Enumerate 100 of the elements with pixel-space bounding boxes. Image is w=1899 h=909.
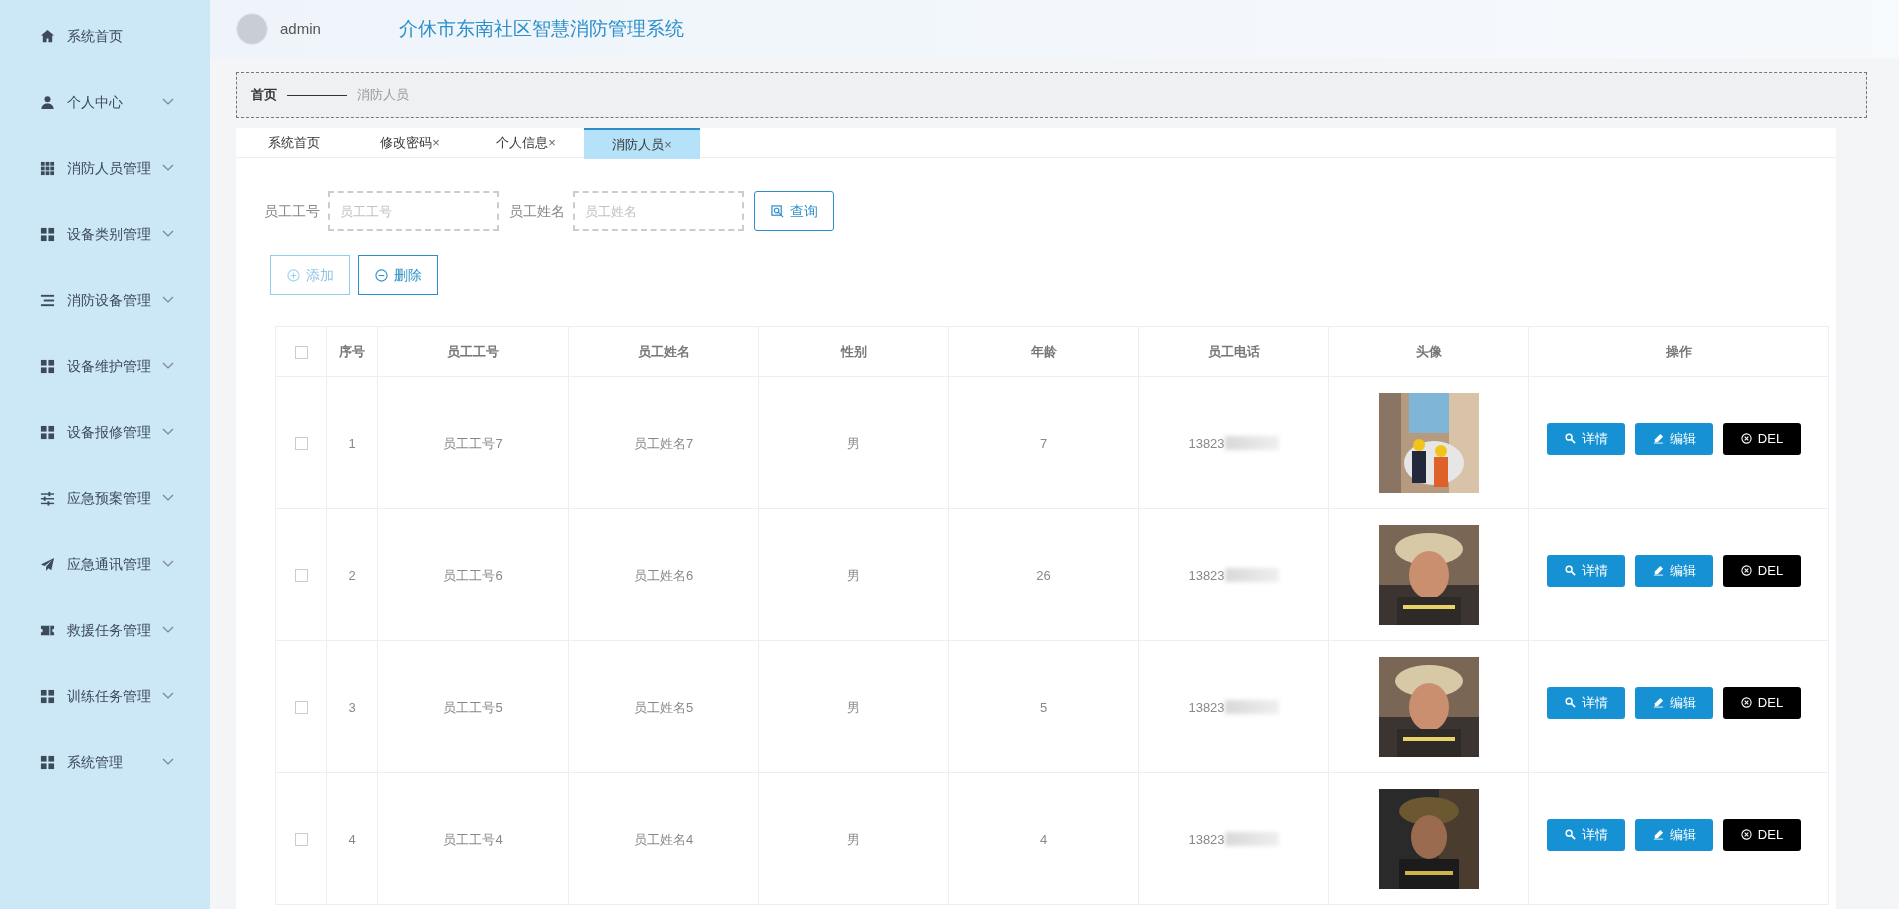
plus-circle-icon <box>286 268 300 282</box>
search-icon <box>770 204 784 218</box>
sidebar-item[interactable]: 设备维护管理 <box>0 333 210 399</box>
sidebar-item[interactable]: 个人中心 <box>0 69 210 135</box>
column-header: 员工姓名 <box>637 343 690 359</box>
column-header: 操作 <box>1665 343 1692 359</box>
tiles-icon <box>40 688 55 704</box>
pencil-icon <box>1652 697 1664 708</box>
sidebar-item[interactable]: 设备类别管理 <box>0 201 210 267</box>
close-circle-icon <box>1740 433 1752 444</box>
table-cell: 员工工号6 <box>443 567 503 583</box>
pencil-icon <box>1652 565 1664 576</box>
tab[interactable]: 系统首页 <box>236 128 352 158</box>
list-icon <box>40 292 55 308</box>
close-circle-icon <box>1740 829 1752 840</box>
search-button[interactable]: 查询 <box>754 191 834 231</box>
column-header: 员工电话 <box>1207 343 1260 359</box>
input-field[interactable]: 员工工号 <box>328 191 499 231</box>
close-circle-icon <box>1740 565 1752 576</box>
sidebar-item[interactable]: 设备报修管理 <box>0 399 210 465</box>
table-cell-text: 13823 <box>1188 830 1225 849</box>
redaction-blur <box>1224 568 1279 583</box>
sliders-icon <box>40 490 55 506</box>
column-header: 头像 <box>1415 343 1442 359</box>
table-cell: 男 <box>847 831 860 847</box>
delete-button[interactable]: DEL <box>1723 686 1801 719</box>
table-cell: 员工工号7 <box>443 435 503 451</box>
tab[interactable]: 个人信息× <box>468 128 584 158</box>
avatar <box>236 13 268 45</box>
table-cell: 男 <box>847 567 860 583</box>
home-icon <box>40 28 55 44</box>
input-field[interactable]: 员工姓名 <box>573 191 744 231</box>
sidebar-item[interactable]: 系统首页 <box>0 3 210 69</box>
delete-button[interactable]: 删除 <box>358 255 438 295</box>
table-cell: 3 <box>348 699 356 715</box>
table-cell: 7 <box>1039 435 1048 451</box>
table-cell: 1 <box>348 435 356 451</box>
tiles-icon <box>40 754 55 770</box>
minus-circle-icon <box>374 268 388 282</box>
sidebar-item[interactable]: 训练任务管理 <box>0 663 210 729</box>
user-name: admin <box>280 18 321 39</box>
close-circle-icon <box>1740 697 1752 708</box>
table-cell-text: 13823 <box>1188 698 1225 717</box>
checkbox[interactable] <box>294 345 308 359</box>
table-cell-text: 13823 <box>1188 434 1225 453</box>
column-header: 员工工号 <box>447 343 499 359</box>
table-cell: 员工工号5 <box>443 699 503 715</box>
tab[interactable]: 消防人员× <box>584 128 700 159</box>
search-icon <box>1564 829 1576 840</box>
table-cell: 男 <box>847 435 860 451</box>
column-header: 年龄 <box>1030 343 1057 359</box>
pencil-icon <box>1652 829 1664 840</box>
tiles-icon <box>40 424 55 440</box>
sidebar-item[interactable]: 救援任务管理 <box>0 597 210 663</box>
tiles-icon <box>40 358 55 374</box>
checkbox[interactable] <box>294 436 308 450</box>
checkbox[interactable] <box>294 568 308 582</box>
breadcrumb-home[interactable]: 首页 <box>251 85 277 105</box>
sidebar-item[interactable]: 应急通讯管理 <box>0 531 210 597</box>
search-icon <box>1564 433 1576 444</box>
sidebar-item[interactable]: 消防设备管理 <box>0 267 210 333</box>
pencil-icon <box>1652 433 1664 444</box>
system-title: 介休市东南社区智慧消防管理系统 <box>398 16 684 41</box>
checkbox[interactable] <box>294 700 308 714</box>
search-icon <box>1564 697 1576 708</box>
table-cell: 4 <box>1039 831 1048 847</box>
close-icon[interactable]: × <box>548 133 556 153</box>
field-label: 员工工号 <box>264 201 320 221</box>
field-label: 员工姓名 <box>509 201 565 221</box>
table-cell: 员工姓名5 <box>633 699 694 715</box>
delete-button[interactable]: DEL <box>1723 422 1801 455</box>
table-cell: 员工姓名7 <box>633 435 694 451</box>
column-header: 性别 <box>840 343 867 359</box>
table-cell: 4 <box>348 831 356 847</box>
tiles-icon <box>40 226 55 242</box>
table-cell: 26 <box>1036 567 1051 583</box>
delete-button[interactable]: DEL <box>1723 818 1801 851</box>
sidebar-item[interactable]: 系统管理 <box>0 729 210 795</box>
tab[interactable]: 修改密码× <box>352 128 468 158</box>
table-cell-text: 13823 <box>1188 566 1225 585</box>
close-icon[interactable]: × <box>432 133 440 153</box>
checkbox[interactable] <box>294 832 308 846</box>
close-icon[interactable]: × <box>664 134 672 155</box>
breadcrumb-current: 消防人员 <box>357 86 409 105</box>
person-icon <box>40 94 55 110</box>
delete-button[interactable]: DEL <box>1723 554 1801 587</box>
table-cell: 员工姓名6 <box>633 567 694 583</box>
paper-plane-icon <box>40 556 55 572</box>
grid-icon <box>40 160 55 176</box>
table-cell: 员工工号4 <box>443 831 503 847</box>
column-header: 序号 <box>339 343 365 359</box>
redaction-blur <box>1224 700 1279 715</box>
table-cell: 员工姓名4 <box>633 831 694 847</box>
sidebar-item[interactable]: 消防人员管理 <box>0 135 210 201</box>
table-cell: 5 <box>1039 699 1048 715</box>
table-cell: 男 <box>847 699 860 715</box>
redaction-blur <box>1224 436 1279 451</box>
sidebar-item[interactable]: 应急预案管理 <box>0 465 210 531</box>
search-icon <box>1564 565 1576 576</box>
table-cell: 2 <box>348 567 356 583</box>
